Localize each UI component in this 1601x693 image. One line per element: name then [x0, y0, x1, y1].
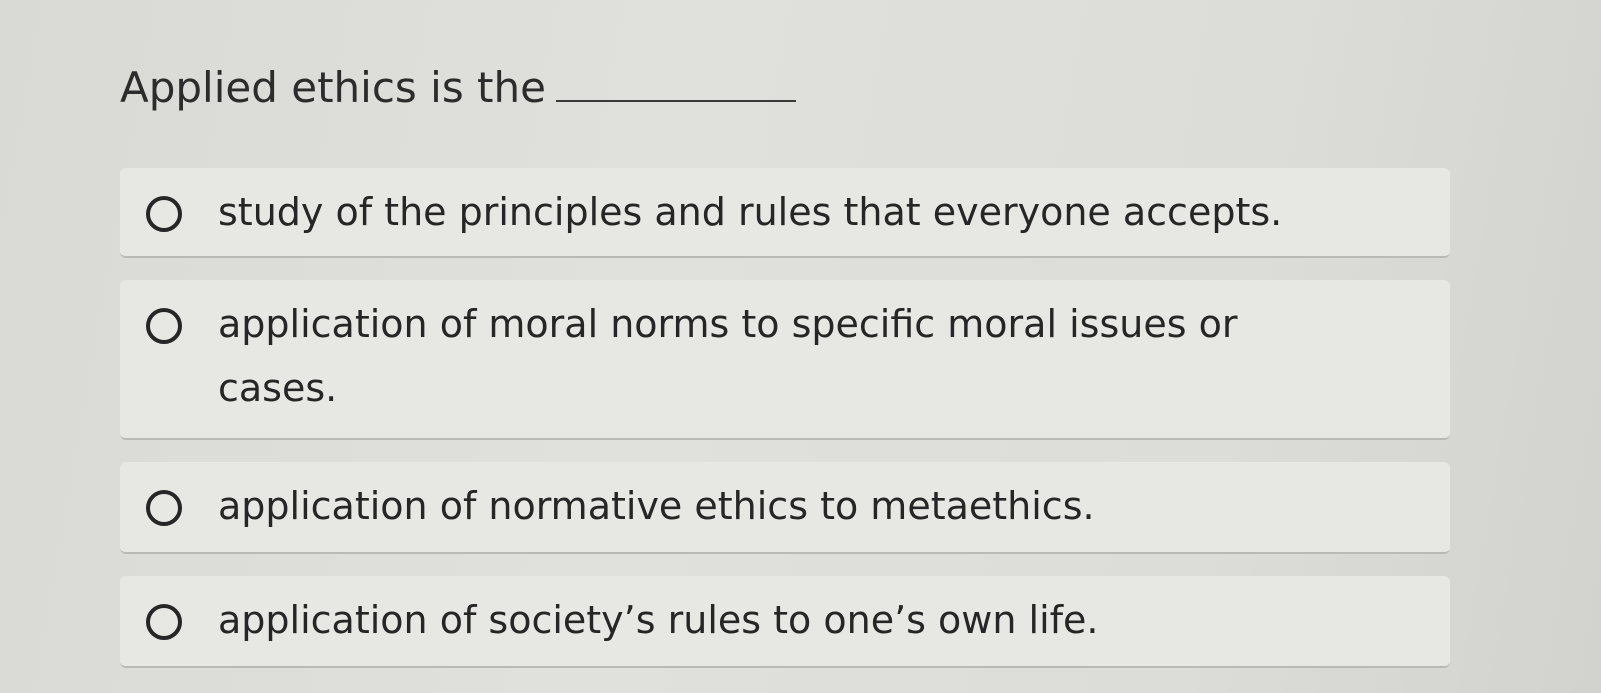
radio-unchecked-icon[interactable]: [146, 196, 182, 232]
answer-option-4[interactable]: application of society’s rules to one’s …: [120, 576, 1450, 668]
question-prompt: Applied ethics is the: [120, 63, 546, 112]
answer-option-label: application of normative ethics to metae…: [218, 484, 1095, 528]
answer-option-label: study of the principles and rules that e…: [218, 190, 1283, 234]
answer-option-2[interactable]: application of moral norms to specific m…: [120, 280, 1450, 440]
answer-option-3[interactable]: application of normative ethics to metae…: [120, 462, 1450, 554]
radio-unchecked-icon[interactable]: [146, 308, 182, 344]
fill-in-blank: [556, 60, 796, 102]
answer-option-label: application of society’s rules to one’s …: [218, 598, 1099, 642]
answer-options: study of the principles and rules that e…: [120, 168, 1450, 690]
answer-option-label: application of moral norms to specific m…: [218, 302, 1238, 410]
answer-option-1[interactable]: study of the principles and rules that e…: [120, 168, 1450, 258]
question-text: Applied ethics is the: [120, 58, 796, 118]
radio-unchecked-icon[interactable]: [146, 490, 182, 526]
radio-unchecked-icon[interactable]: [146, 604, 182, 640]
